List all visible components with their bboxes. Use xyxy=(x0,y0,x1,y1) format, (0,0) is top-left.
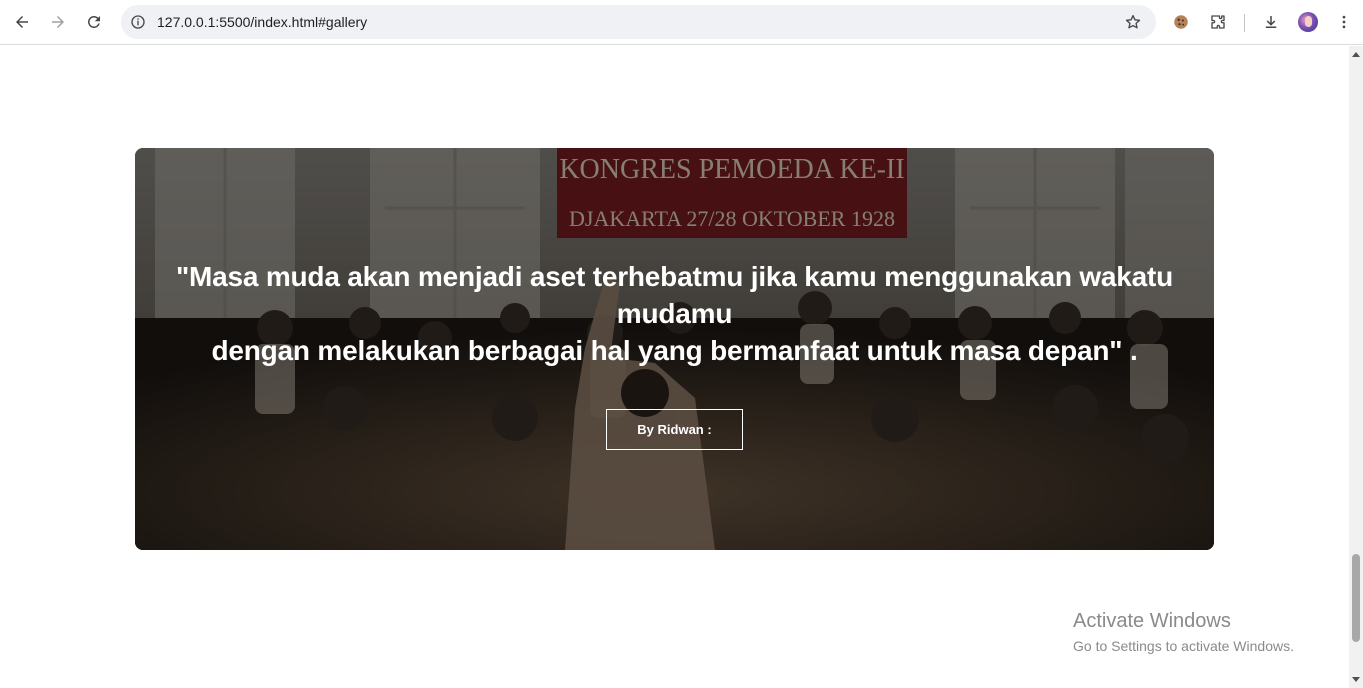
forward-button[interactable] xyxy=(42,6,74,38)
arrow-left-icon xyxy=(16,16,28,28)
address-bar[interactable]: 127.0.0.1:5500/index.html#gallery xyxy=(121,5,1156,39)
url-text: 127.0.0.1:5500/index.html#gallery xyxy=(157,14,368,30)
quote-hero-section: KONGRES PEMOEDA KE-II DJAKARTA 27/28 OKT… xyxy=(135,148,1214,550)
reload-button[interactable] xyxy=(78,6,110,38)
activate-windows-watermark: Activate Windows Go to Settings to activ… xyxy=(1073,608,1294,656)
extensions-button[interactable] xyxy=(1202,6,1234,38)
scroll-up-arrow-icon[interactable] xyxy=(1352,52,1360,57)
scroll-down-arrow-icon[interactable] xyxy=(1352,677,1360,682)
download-icon xyxy=(1265,16,1277,28)
toolbar-divider xyxy=(1244,14,1245,32)
scroll-thumb[interactable] xyxy=(1352,554,1360,642)
menu-button[interactable] xyxy=(1328,6,1360,38)
site-info-icon[interactable] xyxy=(129,13,147,31)
quote-line-1: "Masa muda akan menjadi aset terhebatmu … xyxy=(175,261,1174,329)
back-button[interactable] xyxy=(6,6,38,38)
more-vertical-icon xyxy=(1342,15,1346,29)
hero-quote: "Masa muda akan menjadi aset terhebatmu … xyxy=(145,258,1204,369)
author-button[interactable]: By Ridwan : xyxy=(606,409,743,450)
downloads-button[interactable] xyxy=(1255,6,1287,38)
quote-line-2: dengan melakukan berbagai hal yang berma… xyxy=(211,335,1138,366)
profile-avatar[interactable] xyxy=(1298,12,1318,32)
bookmark-star-icon[interactable] xyxy=(1124,13,1142,31)
arrow-right-icon xyxy=(52,16,64,28)
reload-icon xyxy=(87,15,100,28)
vertical-scrollbar[interactable] xyxy=(1349,46,1363,688)
cookie-icon xyxy=(1174,15,1188,29)
cookie-extension-button[interactable] xyxy=(1165,6,1197,38)
puzzle-icon xyxy=(1211,15,1225,29)
watermark-title: Activate Windows xyxy=(1073,610,1231,632)
watermark-subtitle: Go to Settings to activate Windows. xyxy=(1073,638,1294,654)
browser-toolbar: 127.0.0.1:5500/index.html#gallery xyxy=(0,0,1363,45)
